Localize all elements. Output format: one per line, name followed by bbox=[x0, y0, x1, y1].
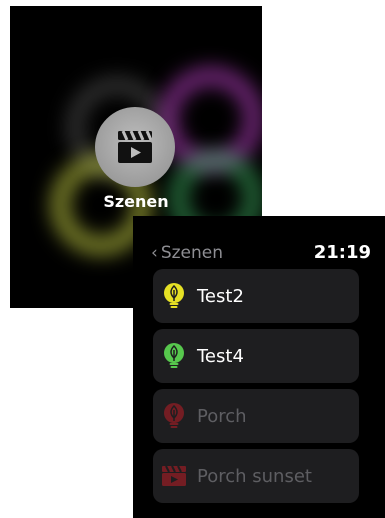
scenes-button[interactable] bbox=[95, 107, 175, 187]
bulb-icon bbox=[161, 401, 187, 431]
scene-label: Test2 bbox=[197, 285, 244, 307]
scene-item-test2[interactable]: Test2 bbox=[153, 269, 359, 323]
clapperboard-icon bbox=[118, 130, 153, 163]
back-button[interactable]: ‹ Szenen bbox=[151, 243, 223, 263]
clapperboard-icon bbox=[161, 461, 187, 491]
header: ‹ Szenen 21:19 bbox=[151, 242, 371, 263]
scene-list-screen: ‹ Szenen 21:19 Test2 Test4 Porch Porch s… bbox=[133, 216, 385, 518]
scene-item-porch[interactable]: Porch bbox=[153, 389, 359, 443]
chevron-left-icon: ‹ bbox=[151, 242, 158, 263]
stage: Szenen ‹ Szenen 21:19 Test2 Test4 Porch … bbox=[0, 0, 385, 518]
scene-item-porch-sunset[interactable]: Porch sunset bbox=[153, 449, 359, 503]
scene-label: Porch sunset bbox=[197, 465, 312, 487]
back-label: Szenen bbox=[160, 242, 223, 263]
scene-item-test4[interactable]: Test4 bbox=[153, 329, 359, 383]
bulb-icon bbox=[161, 341, 187, 371]
scene-label: Test4 bbox=[197, 345, 244, 367]
scene-label: Porch bbox=[197, 405, 247, 427]
scenes-title: Szenen bbox=[103, 192, 169, 211]
bulb-icon bbox=[161, 281, 187, 311]
clock: 21:19 bbox=[313, 242, 371, 263]
